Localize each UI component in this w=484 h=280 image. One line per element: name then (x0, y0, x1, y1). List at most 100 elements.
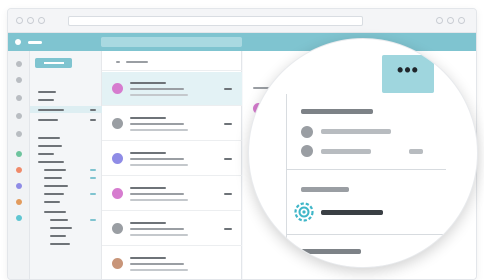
list-item[interactable] (102, 72, 242, 106)
folder-item[interactable] (44, 169, 66, 171)
sender-line (130, 152, 166, 154)
rail-icon[interactable] (16, 95, 22, 101)
sender-line (130, 82, 166, 84)
search-input[interactable] (101, 37, 242, 47)
preview-line (130, 129, 188, 131)
preview-line (130, 164, 188, 166)
rail-icon[interactable] (16, 167, 22, 173)
avatar (112, 223, 123, 234)
list-filter-label[interactable] (126, 61, 148, 63)
rail-icon[interactable] (16, 131, 22, 137)
window-dot[interactable] (27, 17, 34, 24)
avatar (301, 126, 313, 138)
folder-item[interactable] (44, 177, 62, 179)
window-dot[interactable] (16, 17, 23, 24)
folder-item[interactable] (44, 211, 66, 213)
folder-item[interactable] (38, 99, 54, 101)
app-rail (8, 51, 30, 279)
sender-line (130, 187, 166, 189)
subject-line (130, 193, 184, 195)
more-options-button[interactable]: ••• (382, 55, 434, 93)
folder-count (90, 109, 96, 111)
list-item[interactable] (102, 212, 242, 246)
folder-item[interactable] (38, 119, 58, 121)
subject-line (130, 263, 184, 265)
preview-line (130, 234, 188, 236)
menu-icon[interactable] (15, 39, 21, 45)
folder-pane (30, 51, 102, 279)
folder-item[interactable] (38, 161, 64, 163)
divider (286, 234, 446, 235)
folder-item[interactable] (50, 219, 68, 221)
preview-line (130, 199, 188, 201)
list-item[interactable] (102, 177, 242, 211)
folder-count (90, 219, 96, 221)
detail-title-line (301, 109, 373, 114)
list-item[interactable] (102, 107, 242, 141)
avatar (112, 153, 123, 164)
folder-item[interactable] (44, 193, 64, 195)
subject-line (130, 228, 184, 230)
list-item[interactable] (102, 247, 242, 279)
sender-line (130, 222, 166, 224)
message-list (102, 51, 242, 279)
folder-item[interactable] (44, 201, 60, 203)
window-dot[interactable] (38, 17, 45, 24)
more-options-icon[interactable]: ••• (397, 60, 419, 80)
folder-item[interactable] (38, 145, 62, 147)
time-label (409, 149, 423, 154)
browser-action[interactable] (436, 17, 443, 24)
time-label (224, 193, 232, 195)
avatar (112, 258, 123, 269)
sender-line (130, 257, 166, 259)
folder-count (90, 119, 96, 121)
avatar (112, 188, 123, 199)
list-header (102, 51, 242, 71)
add-in-gear-icon[interactable] (293, 201, 315, 223)
rail-icon[interactable] (16, 61, 22, 67)
browser-action[interactable] (458, 17, 465, 24)
folder-count (90, 177, 96, 179)
magnified-detail: ••• (248, 38, 478, 268)
folder-item[interactable] (38, 109, 64, 111)
addin-name-line[interactable] (321, 210, 383, 215)
folder-item[interactable] (50, 227, 72, 229)
folder-count (90, 193, 96, 195)
new-message-button[interactable] (35, 58, 72, 68)
folder-item[interactable] (38, 153, 54, 155)
addin-header-line (301, 187, 349, 192)
time-label (224, 158, 232, 160)
list-item[interactable] (102, 142, 242, 176)
browser-action[interactable] (447, 17, 454, 24)
folder-item[interactable] (44, 185, 68, 187)
rail-icon[interactable] (16, 113, 22, 119)
sender-line (130, 117, 166, 119)
divider (286, 169, 446, 170)
filter-icon[interactable] (116, 61, 120, 63)
folder-count (90, 169, 96, 171)
folder-item[interactable] (38, 91, 56, 93)
subject-line (130, 123, 184, 125)
avatar (112, 83, 123, 94)
detail-line (301, 249, 361, 254)
preview-line (130, 269, 188, 271)
recipient-line (321, 149, 371, 154)
browser-chrome (8, 9, 476, 33)
time-label (224, 88, 232, 90)
rail-icon[interactable] (16, 199, 22, 205)
app-logo (28, 41, 42, 44)
rail-icon[interactable] (16, 151, 22, 157)
rail-icon[interactable] (16, 183, 22, 189)
message-detail-pane (286, 94, 446, 267)
folder-item[interactable] (38, 137, 60, 139)
rail-icon[interactable] (16, 215, 22, 221)
avatar (112, 118, 123, 129)
time-label (224, 123, 232, 125)
avatar (301, 145, 313, 157)
folder-item[interactable] (50, 235, 66, 237)
sender-line (321, 129, 391, 134)
address-bar[interactable] (68, 16, 363, 26)
subject-line (130, 158, 184, 160)
folder-item[interactable] (50, 243, 70, 245)
rail-icon[interactable] (16, 77, 22, 83)
